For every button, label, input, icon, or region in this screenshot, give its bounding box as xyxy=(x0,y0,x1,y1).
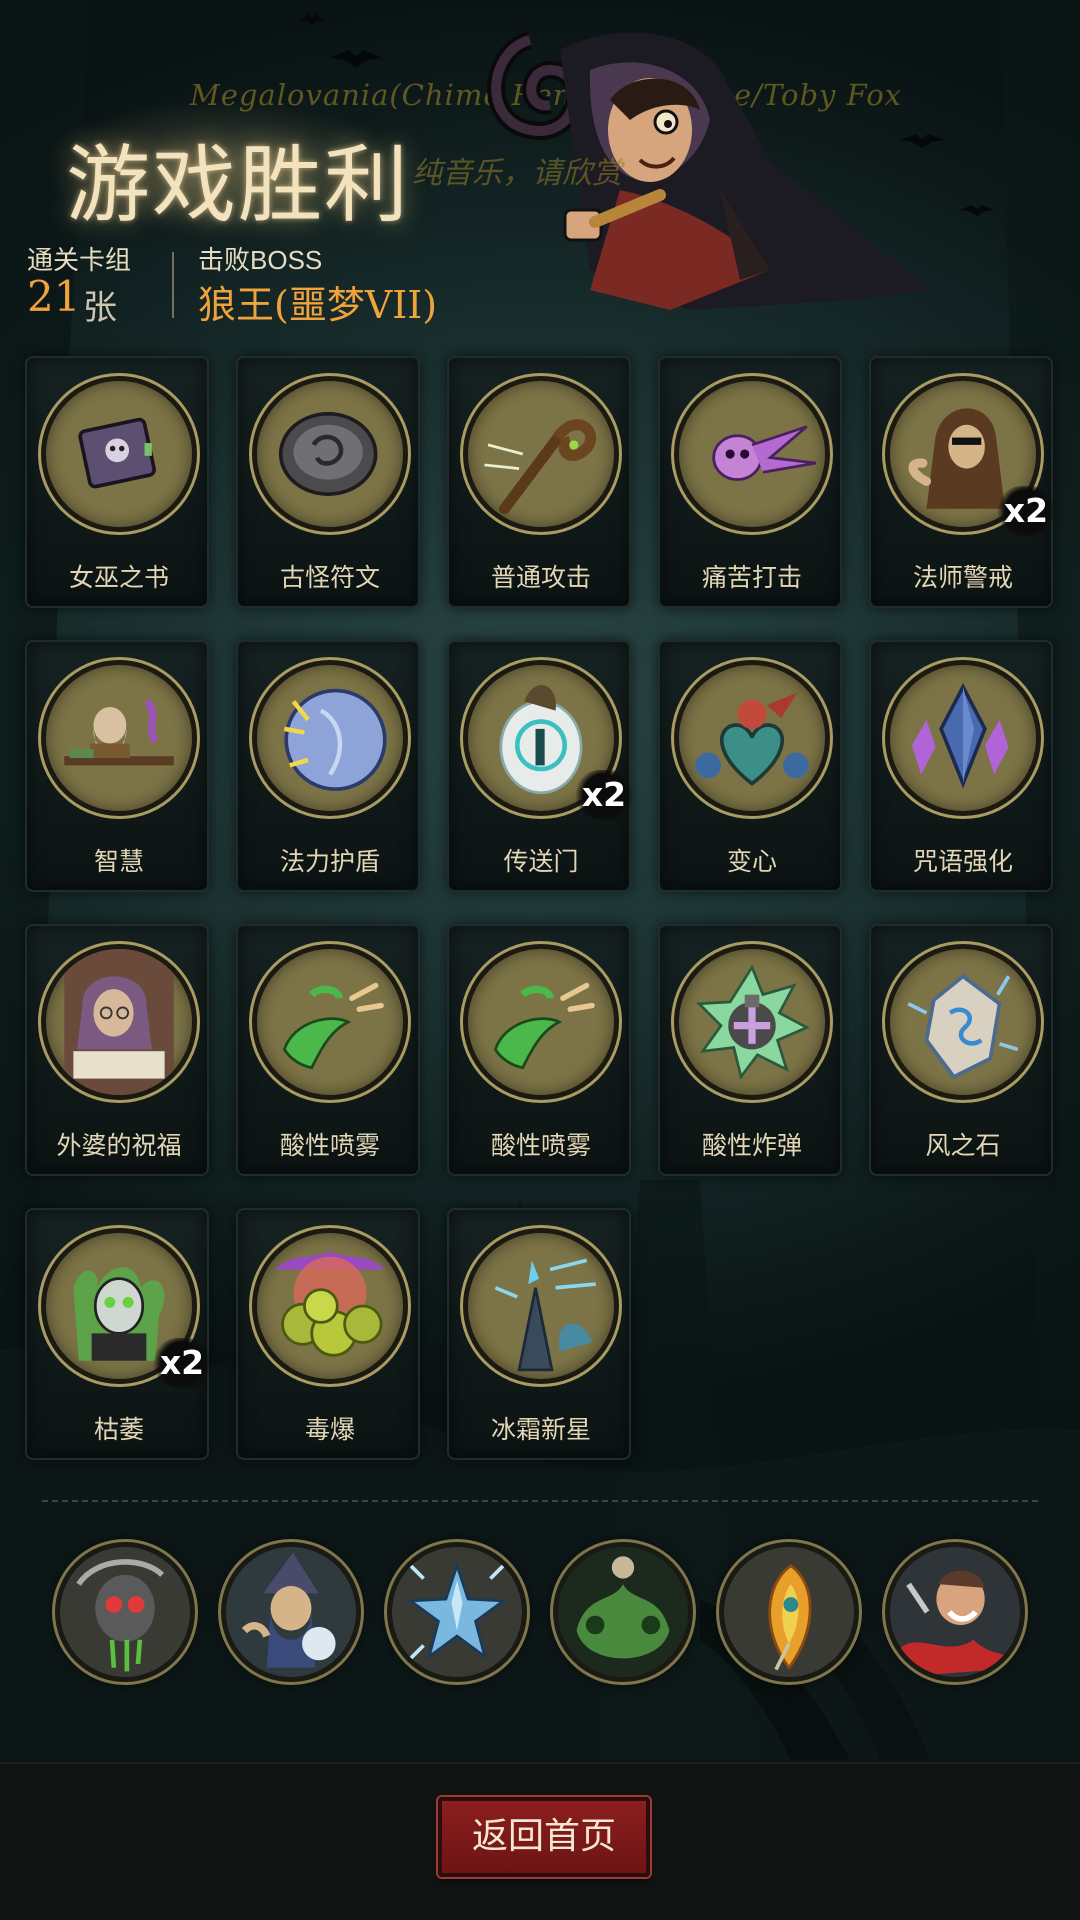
deck-card[interactable]: 外婆的祝福 xyxy=(25,924,209,1176)
frost-nova-icon xyxy=(463,1228,619,1384)
card-label: 冰霜新星 xyxy=(490,1416,591,1444)
section-divider xyxy=(42,1500,1038,1502)
reaper-skull-relic-icon[interactable] xyxy=(55,1542,195,1682)
card-label: 毒爆 xyxy=(304,1416,355,1444)
pain-strike-icon xyxy=(674,376,830,532)
spell-crystal-icon xyxy=(885,660,1041,816)
wind-stone-icon xyxy=(885,944,1041,1100)
card-label: 风之石 xyxy=(925,1132,1001,1160)
deck-card[interactable]: 酸性炸弹 xyxy=(658,924,842,1176)
card-label: 酸性喷雾 xyxy=(279,1132,380,1160)
card-label: 法力护盾 xyxy=(279,848,380,876)
grandma-blessing-icon xyxy=(41,944,197,1100)
deck-card[interactable]: 变心 xyxy=(658,640,842,892)
card-label: 女巫之书 xyxy=(68,564,169,592)
card-label: 传送门 xyxy=(503,848,579,876)
return-home-button[interactable]: 返回首页 xyxy=(438,1797,650,1877)
card-label: 酸性喷雾 xyxy=(490,1132,591,1160)
deck-card[interactable]: 古怪符文 xyxy=(236,356,420,608)
card-count-badge: x2 xyxy=(153,1338,211,1388)
card-label: 外婆的祝福 xyxy=(56,1132,182,1160)
card-label: 枯萎 xyxy=(93,1416,144,1444)
card-label: 痛苦打击 xyxy=(701,564,802,592)
deck-card[interactable]: 冰霜新星 xyxy=(447,1208,631,1460)
acid-spray-icon xyxy=(252,944,408,1100)
deck-card[interactable]: x2 法师警戒 xyxy=(869,356,1055,608)
card-label: 酸性炸弹 xyxy=(701,1132,802,1160)
ghost-skull-relic-icon[interactable] xyxy=(553,1542,693,1682)
card-label: 法师警戒 xyxy=(912,564,1013,592)
mad-warrior-relic-icon[interactable] xyxy=(885,1542,1025,1682)
deck-card[interactable]: 咒语强化 xyxy=(869,640,1053,892)
deck-card[interactable]: 酸性喷雾 xyxy=(447,924,631,1176)
stat-divider xyxy=(172,252,174,318)
card-count-badge: x2 xyxy=(575,770,633,820)
deck-card[interactable]: 毒爆 xyxy=(236,1208,420,1460)
victory-screen: Megalovania(Chime Remix) - Chime/Toby Fo… xyxy=(0,0,1080,1920)
deck-card[interactable]: 智慧 xyxy=(25,640,209,892)
staff-attack-icon xyxy=(463,376,619,532)
witch-book-icon xyxy=(41,376,197,532)
deck-card[interactable]: 法力护盾 xyxy=(236,640,420,892)
deck-card[interactable]: 痛苦打击 xyxy=(658,356,842,608)
wizard-relic-icon[interactable] xyxy=(221,1542,361,1682)
deck-card[interactable]: 酸性喷雾 xyxy=(236,924,420,1176)
card-count-badge: x2 xyxy=(997,486,1055,536)
acid-spray-icon xyxy=(463,944,619,1100)
card-label: 变心 xyxy=(726,848,777,876)
change-heart-icon xyxy=(674,660,830,816)
boss-label: 击败BOSS xyxy=(198,245,323,275)
strange-rune-icon xyxy=(252,376,408,532)
boss-name: 狼王(噩梦VII) xyxy=(198,283,438,327)
victory-title: 游戏胜利 xyxy=(66,136,411,234)
ice-star-relic-icon[interactable] xyxy=(387,1542,527,1682)
card-label: 古怪符文 xyxy=(279,564,380,592)
poison-burst-icon xyxy=(252,1228,408,1384)
acid-bomb-icon xyxy=(674,944,830,1100)
card-label: 咒语强化 xyxy=(912,848,1013,876)
mana-shield-icon xyxy=(252,660,408,816)
deck-card[interactable]: 普通攻击 xyxy=(447,356,631,608)
deck-card[interactable]: 女巫之书 xyxy=(25,356,209,608)
deck-card[interactable]: x2 传送门 xyxy=(447,640,633,892)
card-label: 普通攻击 xyxy=(490,564,591,592)
wisdom-icon xyxy=(41,660,197,816)
deck-count: 21 xyxy=(27,272,81,321)
header: Megalovania(Chime Remix) - Chime/Toby Fo… xyxy=(0,0,1080,345)
deck-card[interactable]: 风之石 xyxy=(869,924,1053,1176)
phoenix-feather-relic-icon[interactable] xyxy=(719,1542,859,1682)
card-label: 智慧 xyxy=(93,848,144,876)
track-subtitle: 纯音乐，请欣赏 xyxy=(412,156,622,191)
deck-unit: 张 xyxy=(83,289,117,327)
deck-card[interactable]: x2 枯萎 xyxy=(25,1208,211,1460)
